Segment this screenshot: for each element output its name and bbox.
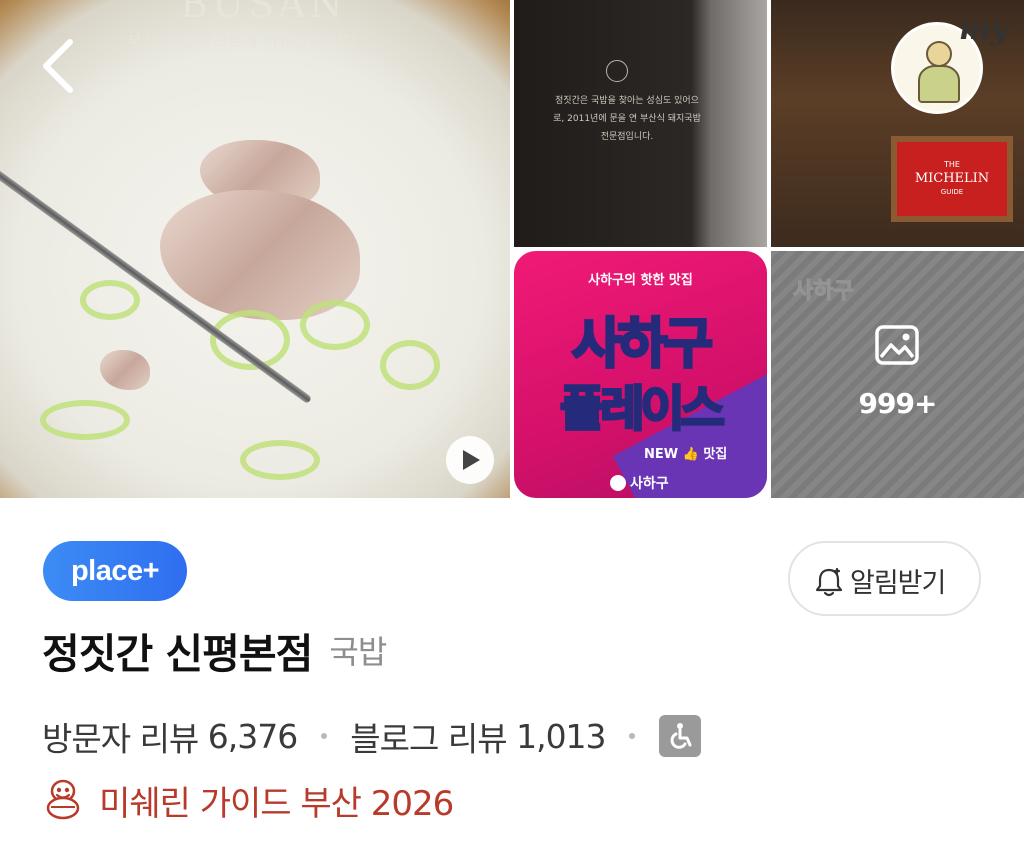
notify-button[interactable]: 알림받기 (788, 541, 981, 616)
review-row: 방문자 리뷰 6,376 블로그 리뷰 1,013 (42, 712, 701, 764)
scallion (300, 300, 370, 350)
michelin-plaque: THE MICHELIN GUIDE (897, 142, 1007, 216)
photo-2-sign-text: 정짓간은 국밥을 찾아는 성심도 있어으로, 2011년에 문을 연 부산식 돼… (553, 96, 701, 142)
photo-5-more[interactable]: 사하구 999+ (771, 251, 1024, 498)
play-icon (463, 450, 480, 470)
scallion (240, 440, 320, 480)
video-play-button[interactable] (446, 436, 494, 484)
promo-poster: 사하구의 핫한 맛집 사하구 플레이스 NEW 👍 맛집 사하구 (514, 251, 767, 498)
back-arrow-icon (43, 39, 73, 93)
photo-brand-subtitle: 부산 국밥 한그릇에 미쉐린을 담다 (128, 32, 359, 50)
scallion (80, 280, 140, 320)
poster-big-line-1: 사하구 (570, 311, 714, 377)
back-button[interactable] (30, 34, 86, 98)
place-plus-badge: place+ (43, 541, 187, 601)
plaque-line-1: THE (944, 160, 960, 169)
title-row: 정짓간 신평본점 국밥 (42, 620, 387, 680)
visitor-review-link[interactable]: 방문자 리뷰 6,376 (42, 715, 307, 759)
visitor-review-count: 6,376 (207, 716, 298, 756)
blog-review-link[interactable]: 블로그 리뷰 1,013 (350, 715, 615, 759)
avatar-body (918, 65, 960, 103)
my-label: my (959, 12, 1009, 47)
scallion (380, 340, 440, 390)
notify-button-label: 알림받기 (850, 568, 946, 599)
scallion (40, 400, 130, 440)
gallery-icon (873, 321, 921, 369)
photo-gallery: BUSAN 부산 국밥 한그릇에 미쉐린을 담다 정짓간은 국밥을 찾아는 성심… (0, 0, 1024, 498)
poster-big-line-2: 플레이스 (559, 380, 727, 439)
separator-dot (320, 733, 327, 739)
blog-review-label: 블로그 리뷰 (350, 719, 507, 758)
avatar-head (926, 41, 952, 67)
michelin-bib-icon (42, 778, 84, 820)
place-category: 국밥 (329, 633, 387, 671)
meat-slice (100, 350, 150, 390)
michelin-row[interactable]: 미쉐린 가이드 부산 2026 (42, 776, 454, 828)
poster-new-label: NEW 👍 맛집 (644, 447, 728, 462)
photo-4[interactable]: 사하구의 핫한 맛집 사하구 플레이스 NEW 👍 맛집 사하구 (514, 251, 767, 498)
separator-dot (629, 733, 636, 739)
place-name: 정짓간 신평본점 (42, 630, 313, 678)
city-logo-icon (610, 475, 626, 491)
wheelchair-icon (658, 715, 701, 757)
michelin-guide-text: 미쉐린 가이드 부산 2026 (99, 784, 454, 824)
blog-review-count: 1,013 (516, 716, 606, 756)
more-photos-overlay (771, 251, 1024, 498)
plaque-line-2: MICHELIN (914, 171, 990, 186)
more-photos-count: 999+ (858, 387, 938, 420)
restaurant-logo-icon (606, 60, 628, 82)
photo-3[interactable]: THE MICHELIN GUIDE my (771, 0, 1024, 247)
visitor-review-label: 방문자 리뷰 (42, 719, 199, 758)
plaque-line-3: GUIDE (940, 188, 964, 196)
photo-brand-title: BUSAN (180, 0, 347, 26)
bell-icon (812, 565, 846, 599)
poster-top-text: 사하구의 핫한 맛집 (588, 273, 693, 288)
poster-city: 사하구 (630, 476, 669, 492)
main-photo[interactable]: BUSAN 부산 국밥 한그릇에 미쉐린을 담다 (0, 0, 510, 498)
photo-2[interactable]: 정짓간은 국밥을 찾아는 성심도 있어으로, 2011년에 문을 연 부산식 돼… (514, 0, 767, 247)
